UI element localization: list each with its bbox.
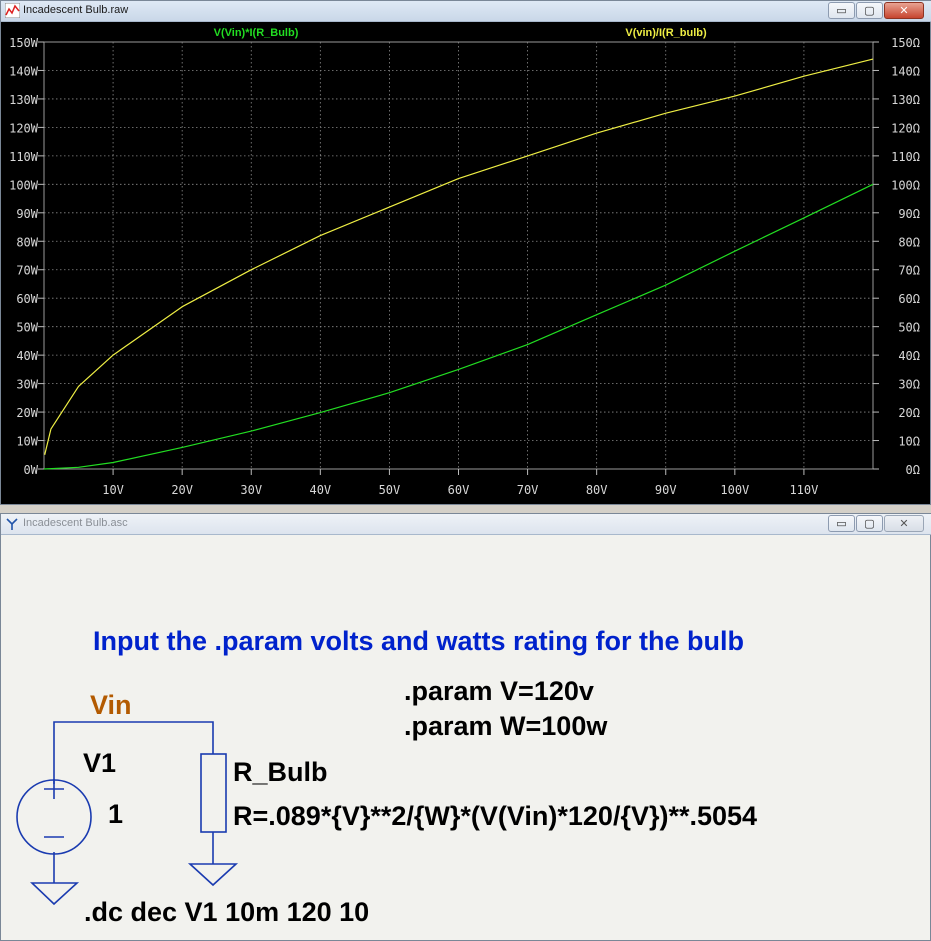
right-axis-tick-label: 110Ω: [891, 150, 920, 164]
waveform-window-title: Incadescent Bulb.raw: [23, 4, 129, 16]
minimize-icon: ▭: [836, 4, 847, 17]
left-axis-tick-label: 120W: [9, 121, 39, 135]
left-axis-tick-label: 20W: [16, 406, 38, 420]
waveform-app-icon: [5, 3, 20, 18]
left-axis-tick-label: 0W: [24, 463, 39, 477]
trace-legend-label[interactable]: V(Vin)*I(R_Bulb): [214, 27, 299, 39]
schematic-window: Incadescent Bulb.asc ▭ ▢ ✕ Input the .pa…: [0, 513, 931, 941]
right-axis-tick-label: 140Ω: [891, 64, 920, 78]
plot-area[interactable]: 0W 10W 20W 30W 40W 50W 60W 70W 80W 90W 100W 110W 120…: [1, 21, 930, 504]
maximize-icon: ▢: [864, 4, 875, 17]
left-axis-tick-label: 40W: [16, 349, 38, 363]
ground-symbol[interactable]: [187, 863, 239, 887]
x-axis-tick-label: 40V: [309, 483, 331, 497]
close-button[interactable]: ✕: [884, 2, 924, 19]
right-axis-tick-label: 30Ω: [898, 378, 920, 392]
waveform-titlebar[interactable]: Incadescent Bulb.raw ▭ ▢ ✕: [1, 1, 931, 22]
left-axis-tick-label: 60W: [16, 292, 38, 306]
left-axis-tick-label: 50W: [16, 321, 38, 335]
right-axis-tick-label: 10Ω: [898, 435, 920, 449]
minimize-button[interactable]: ▭: [828, 2, 855, 19]
right-axis-tick-label: 0Ω: [906, 463, 920, 477]
right-axis-tick-label: 20Ω: [898, 406, 920, 420]
source-name-label[interactable]: V1: [83, 748, 116, 779]
close-icon: ✕: [899, 4, 909, 17]
left-axis-tick-label: 80W: [16, 235, 38, 249]
ground-symbol[interactable]: [30, 882, 80, 906]
right-axis-tick-label: 80Ω: [898, 235, 920, 249]
heading-comment[interactable]: Input the .param volts and watts rating …: [93, 626, 744, 657]
x-axis-tick-label: 60V: [448, 483, 470, 497]
right-axis-tick-label: 130Ω: [891, 93, 920, 107]
left-axis-tick-label: 10W: [16, 435, 38, 449]
x-axis-tick-label: 100V: [720, 483, 749, 497]
left-axis-tick-label: 100W: [9, 178, 39, 192]
right-axis-tick-label: 50Ω: [898, 321, 920, 335]
x-axis-tick-label: 80V: [586, 483, 608, 497]
trace-legend-label[interactable]: V(vin)/I(R_bulb): [625, 27, 707, 39]
right-axis-tick-label: 60Ω: [898, 292, 920, 306]
resistor-value-label[interactable]: R=.089*{V}**2/{W}*(V(Vin)*120/{V})**.505…: [233, 801, 757, 832]
left-axis-tick-label: 90W: [16, 207, 38, 221]
param-v-directive[interactable]: .param V=120v: [404, 676, 594, 707]
left-axis-tick-label: 70W: [16, 264, 38, 278]
vin-wire[interactable]: [53, 721, 214, 784]
voltage-source-v1[interactable]: [16, 779, 92, 855]
right-axis-tick-label: 70Ω: [898, 264, 920, 278]
right-axis-tick-label: 40Ω: [898, 349, 920, 363]
right-axis-tick-label: 120Ω: [891, 121, 920, 135]
waveform-window: Incadescent Bulb.raw ▭ ▢ ✕ 0W 10W 20W 30W 40…: [0, 0, 931, 505]
right-axis-tick-label: 100Ω: [891, 178, 920, 192]
x-axis-tick-label: 20V: [171, 483, 193, 497]
resistor-r-bulb[interactable]: [200, 753, 227, 833]
left-axis-tick-label: 130W: [9, 93, 39, 107]
left-axis-tick-label: 30W: [16, 378, 38, 392]
net-label-vin[interactable]: Vin: [90, 690, 132, 721]
x-axis-tick-label: 50V: [379, 483, 401, 497]
right-axis-tick-label: 90Ω: [898, 207, 920, 221]
source-value-label[interactable]: 1: [108, 799, 123, 830]
x-axis-tick-label: 110V: [789, 483, 818, 497]
left-axis-tick-label: 110W: [9, 150, 39, 164]
left-axis-tick-label: 150W: [9, 36, 39, 50]
x-axis-tick-label: 30V: [240, 483, 262, 497]
maximize-button[interactable]: ▢: [856, 2, 883, 19]
x-axis-tick-label: 70V: [517, 483, 539, 497]
x-axis-tick-label: 10V: [102, 483, 124, 497]
resistor-name-label[interactable]: R_Bulb: [233, 757, 328, 788]
left-axis-tick-label: 140W: [9, 64, 39, 78]
x-axis-tick-label: 90V: [655, 483, 677, 497]
dc-sweep-directive[interactable]: .dc dec V1 10m 120 10: [84, 897, 369, 928]
right-axis-tick-label: 150Ω: [891, 36, 920, 50]
param-w-directive[interactable]: .param W=100w: [404, 711, 607, 742]
